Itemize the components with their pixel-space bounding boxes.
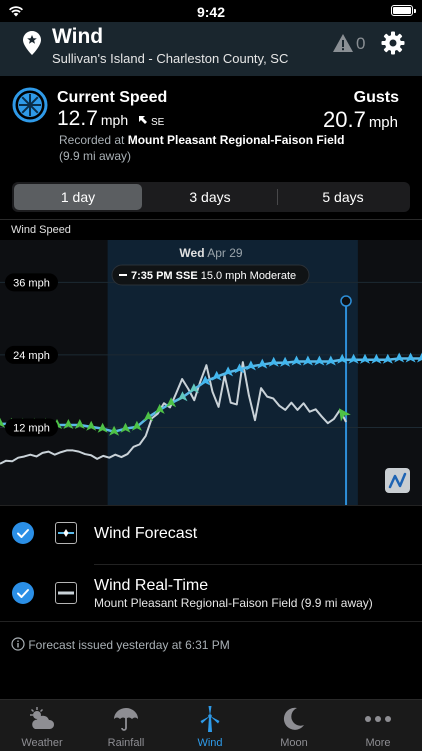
forecast-footnote: Forecast issued yesterday at 6:31 PM xyxy=(11,637,230,652)
tab-bar: Weather Rainfall Wind Moon More xyxy=(0,699,422,751)
tooltip-speed: 15.0 mph xyxy=(201,270,247,282)
chart-label: Wind Speed xyxy=(11,224,71,236)
station-name: Mount Pleasant Regional-Faison Field xyxy=(127,133,345,147)
tooltip-direction: SSE xyxy=(176,270,198,282)
weather-icon xyxy=(30,707,55,729)
tooltip-category: Moderate xyxy=(250,270,296,282)
divider xyxy=(0,505,422,506)
location-subtitle[interactable]: Sullivan's Island - Charleston County, S… xyxy=(52,51,288,66)
moon-icon xyxy=(283,707,304,730)
speed-direction: SE xyxy=(150,117,165,128)
status-time: 9:42 xyxy=(196,4,226,20)
station-distance: (9.9 mi away) xyxy=(59,149,132,163)
chart-toggle-button[interactable] xyxy=(385,468,410,493)
svg-text:7:35 PM SSE 15.0 m: 7:35 PM SSE 15.0 mph Moderate xyxy=(131,270,296,282)
current-speed-title: Current Speed xyxy=(57,89,168,106)
tab-label: Wind xyxy=(197,737,223,749)
svg-text:36 mph: 36 mph xyxy=(13,277,50,289)
direction-arrow-icon xyxy=(138,116,147,124)
checkmark-icon xyxy=(17,589,29,598)
range-segmented-control: 1 day 3 days 5 days xyxy=(12,182,410,212)
legend-realtime-sublabel: Mount Pleasant Regional-Faison Field (9.… xyxy=(94,596,373,610)
realtime-legend-icon xyxy=(55,582,77,604)
day-date: Apr 29 xyxy=(207,246,243,260)
gusts-unit: mph xyxy=(368,114,398,131)
gusts-number: 20.7 xyxy=(322,107,366,132)
battery-icon xyxy=(391,5,416,16)
divider xyxy=(0,219,422,220)
tab-more[interactable]: More xyxy=(336,700,420,751)
day-name: Wed xyxy=(179,246,204,260)
legend-realtime-label[interactable]: Wind Real-Time xyxy=(94,577,208,595)
alert-count: 0 xyxy=(356,34,366,53)
gusts-label: Gusts xyxy=(353,89,399,106)
gusts-value: 20.7 mph xyxy=(323,107,398,133)
svg-text:Wed Apr 29: Wed Apr 29 xyxy=(179,246,242,260)
tab-label: Rainfall xyxy=(107,737,145,749)
tab-5-days[interactable]: 5 days xyxy=(278,182,408,212)
wind-speed-chart[interactable]: 36 mph 24 mph 12 mph Wed Apr 29 7:35 PM SS… xyxy=(0,240,422,505)
recorded-at: Recorded at Mount Pleasant Regional-Fais… xyxy=(59,133,344,147)
tab-label: Moon xyxy=(280,737,308,749)
tab-weather[interactable]: Weather xyxy=(0,700,84,751)
y-tick-label: 24 mph xyxy=(5,345,58,364)
current-speed-value: 12.7 mph SE xyxy=(57,107,164,131)
current-time-handle[interactable] xyxy=(340,295,352,307)
tab-moon[interactable]: Moon xyxy=(252,700,336,751)
tab-rainfall[interactable]: Rainfall xyxy=(84,700,168,751)
tooltip-time: 7:35 PM xyxy=(131,270,173,282)
more-icon xyxy=(365,716,391,722)
tab-1-day[interactable]: 1 day xyxy=(14,184,142,210)
speed-number: 12.7 xyxy=(57,107,98,130)
gear-icon[interactable] xyxy=(381,31,405,55)
divider xyxy=(94,564,422,565)
footnote-text: Forecast issued yesterday at 6:31 PM xyxy=(28,638,230,652)
y-tick-label: 12 mph xyxy=(5,418,58,437)
chart-tooltip: 7:35 PM SSE 15.0 mph Moderate xyxy=(111,264,310,286)
tab-label: More xyxy=(365,737,391,749)
tab-3-days[interactable]: 3 days xyxy=(145,182,275,212)
speed-unit: mph xyxy=(100,112,129,128)
status-bar: 9:42 xyxy=(0,0,422,22)
y-tick-label: 36 mph xyxy=(5,273,58,292)
svg-text:12 mph: 12 mph xyxy=(13,422,50,434)
alert-icon[interactable] xyxy=(332,33,354,53)
tab-wind[interactable]: Wind xyxy=(168,700,252,751)
forecast-checkbox[interactable] xyxy=(12,522,34,544)
divider xyxy=(0,621,422,622)
wind-gauge-icon xyxy=(12,87,48,123)
page-title: Wind xyxy=(52,25,104,48)
info-icon xyxy=(11,637,25,651)
svg-text:24 mph: 24 mph xyxy=(13,350,50,362)
realtime-checkbox[interactable] xyxy=(12,582,34,604)
tab-label: Weather xyxy=(21,737,63,749)
location-pin-icon[interactable] xyxy=(23,31,41,55)
legend-forecast-label[interactable]: Wind Forecast xyxy=(94,525,197,543)
wind-turbine-icon xyxy=(200,706,220,732)
app-header: Wind Sullivan's Island - Charleston Coun… xyxy=(0,22,422,76)
forecast-legend-icon xyxy=(55,522,77,544)
day-label: Wed Apr 29 xyxy=(179,246,242,260)
checkmark-icon xyxy=(17,529,29,538)
recorded-prefix: Recorded at xyxy=(59,133,128,147)
umbrella-icon xyxy=(114,708,138,731)
